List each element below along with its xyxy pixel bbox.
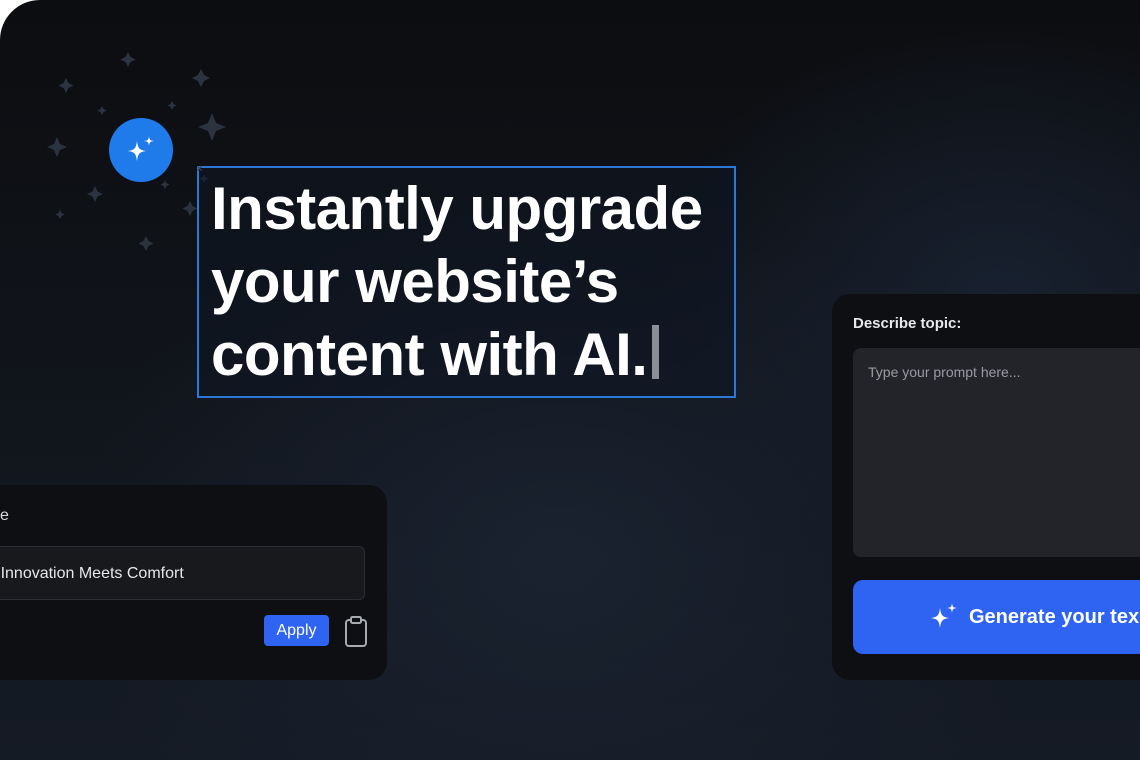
text-cursor bbox=[652, 325, 660, 379]
headline-line-2: your website’s bbox=[211, 248, 619, 315]
apply-button[interactable]: Apply bbox=[264, 615, 329, 646]
hero-headline: Instantly upgrade your website’s content… bbox=[211, 172, 703, 391]
headline-line-3: content with AI. bbox=[211, 321, 648, 388]
selection-handle-icon[interactable] bbox=[197, 166, 202, 171]
prompt-input[interactable] bbox=[853, 348, 1140, 557]
ai-badge bbox=[109, 118, 173, 182]
title-suggestion-panel: e ere Innovation Meets Comfort Apply bbox=[0, 485, 387, 680]
sparkles-icon bbox=[128, 136, 154, 161]
title-label: e bbox=[0, 507, 9, 524]
sparkles-icon bbox=[931, 603, 957, 628]
generate-button[interactable]: Generate your tex bbox=[853, 580, 1140, 654]
clipboard-icon[interactable] bbox=[344, 616, 368, 648]
generate-button-label: Generate your tex bbox=[969, 605, 1140, 628]
prompt-panel: Describe topic: Generate your tex bbox=[832, 294, 1140, 680]
hero-canvas: Instantly upgrade your website’s content… bbox=[0, 0, 1140, 760]
describe-topic-label: Describe topic: bbox=[853, 315, 962, 332]
title-input[interactable]: ere Innovation Meets Comfort bbox=[0, 546, 365, 600]
headline-selection-box[interactable]: Instantly upgrade your website’s content… bbox=[197, 166, 736, 398]
headline-line-1: Instantly upgrade bbox=[211, 175, 703, 242]
